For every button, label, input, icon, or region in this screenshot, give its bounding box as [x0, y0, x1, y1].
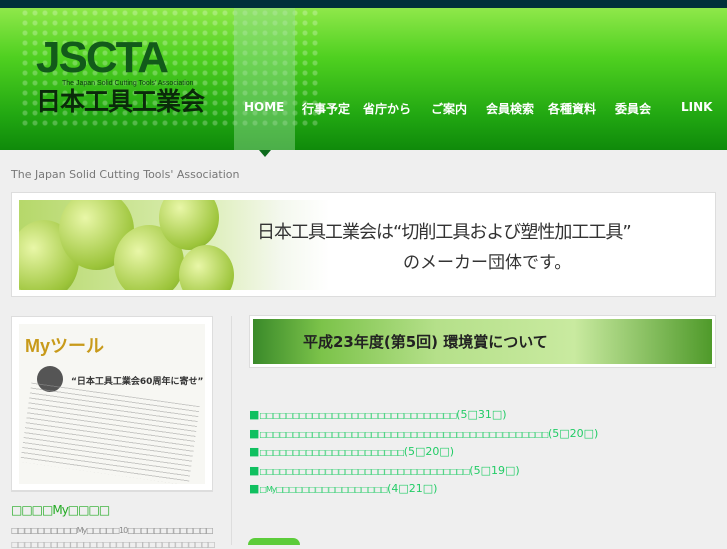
header: JSCTA The Japan Solid Cutting Tools' Ass…: [0, 8, 727, 150]
main-nav: HOME 行事予定 省庁から ご案内 会員検索 各種資料 委員会 LINK: [0, 8, 727, 150]
hero-image: 日本工具工業会は“切削工具および塑性加工工具” のメーカー団体です。: [19, 200, 709, 290]
news-text: □□□□□□□□□□□□□□□□□□□□□□: [259, 448, 404, 458]
nav-committee[interactable]: 委員会: [615, 100, 651, 117]
news-item[interactable]: ■□My□□□□□□□□□□□□□□□□□(4□21□): [249, 480, 715, 499]
bullet-square-icon: ■: [249, 408, 260, 421]
magazine-title: Myツール: [25, 336, 105, 356]
news-date: (5□20□): [403, 445, 455, 459]
top-bar: [0, 0, 727, 8]
nav-guide[interactable]: ご案内: [431, 100, 467, 117]
news-text: □□□□□□□□□□□□□□□□□□□□□□□□□□□□□□□□□□□□□□□□…: [259, 429, 549, 439]
news-date: (5□20□): [547, 426, 599, 440]
magazine-heading[interactable]: □□□□My□□□□: [11, 503, 216, 517]
award-banner-image: 平成23年度(第5回) 環境賞について: [253, 319, 712, 364]
news-item[interactable]: ■□□□□□□□□□□□□□□□□□□□□□□□□□□□□□□□□□□□□□□□…: [249, 425, 715, 444]
magazine-cover: Myツール “日本工具工業会60周年に寄せ”: [19, 324, 205, 484]
bullet-square-icon: ■: [249, 426, 260, 440]
news-item[interactable]: ■□□□□□□□□□□□□□□□□□□□□□□(5□20□): [249, 443, 715, 462]
nav-home[interactable]: HOME: [244, 100, 284, 114]
active-indicator-icon: [259, 150, 271, 157]
column-divider: [231, 316, 232, 545]
nav-events[interactable]: 行事予定: [302, 100, 350, 117]
award-banner-title: 平成23年度(第5回) 環境賞について: [303, 333, 548, 351]
tagline: The Japan Solid Cutting Tools' Associati…: [11, 168, 240, 181]
news-date: (5□19□): [469, 463, 520, 477]
bullet-square-icon: ■: [249, 482, 260, 496]
news-text: □□□□□□□□□□□□□□□□□□□□□□□□□□□□□□: [259, 411, 457, 420]
news-list: ■□□□□□□□□□□□□□□□□□□□□□□□□□□□□□□(5□31□) ■…: [249, 406, 715, 499]
news-text: □My□□□□□□□□□□□□□□□□□: [259, 485, 388, 495]
bullet-square-icon: ■: [249, 463, 260, 477]
magazine-description: □□□□□□□□□□My□□□□□10□□□□□□□□□□□□□: [11, 526, 213, 535]
hero-line-2: のメーカー団体です。: [403, 253, 572, 273]
news-date: (4□21□): [387, 482, 438, 496]
magazine-text-lines: [20, 382, 200, 484]
nav-documents[interactable]: 各種資料: [548, 100, 596, 117]
divider: [11, 491, 213, 492]
news-item[interactable]: ■□□□□□□□□□□□□□□□□□□□□□□□□□□□□□□□□(5□19□): [249, 462, 715, 481]
nav-link[interactable]: LINK: [681, 100, 712, 114]
magazine-card[interactable]: Myツール “日本工具工業会60周年に寄せ”: [11, 316, 213, 491]
news-date: (5□31□): [456, 408, 507, 421]
news-text: □□□□□□□□□□□□□□□□□□□□□□□□□□□□□□□□: [259, 466, 470, 476]
nav-ministry[interactable]: 省庁から: [363, 100, 411, 117]
hero-line-1: 日本工具工業会は“切削工具および塑性加工工具”: [257, 222, 632, 243]
magazine-headline: “日本工具工業会60周年に寄せ”: [71, 377, 204, 387]
award-banner[interactable]: 平成23年度(第5回) 環境賞について: [249, 315, 716, 368]
bullet-square-icon: ■: [249, 445, 260, 459]
green-circle-decoration: [248, 538, 300, 545]
news-item[interactable]: ■□□□□□□□□□□□□□□□□□□□□□□□□□□□□□□(5□31□): [249, 406, 715, 425]
hero-banner: 日本工具工業会は“切削工具および塑性加工工具” のメーカー団体です。: [11, 192, 716, 297]
nav-member-search[interactable]: 会員検索: [486, 100, 534, 117]
